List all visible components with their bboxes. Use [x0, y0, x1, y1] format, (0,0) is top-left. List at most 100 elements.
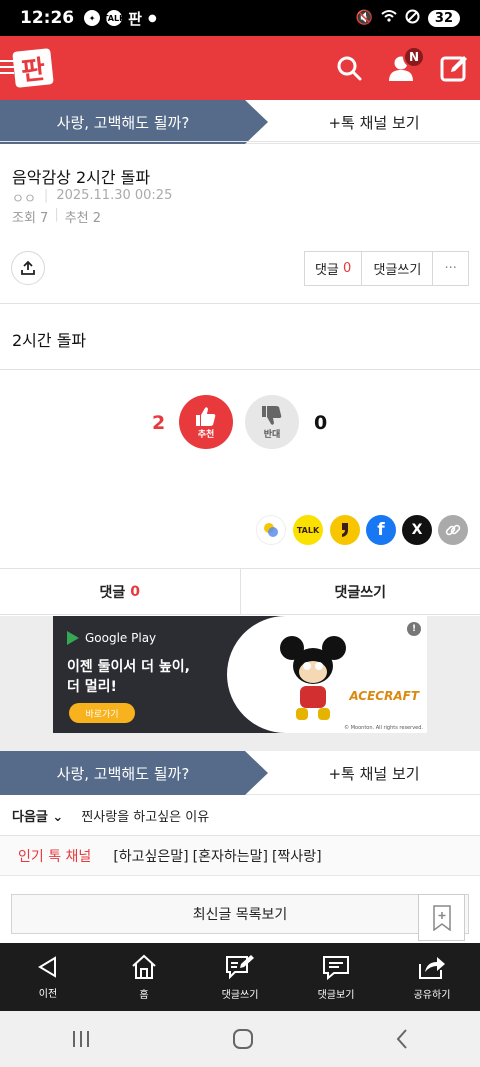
bookmark-add-icon — [432, 904, 451, 931]
recommend-label: 추천 — [197, 429, 215, 440]
bookmark-button[interactable] — [418, 894, 465, 941]
oppose-button[interactable]: 반대 — [245, 395, 299, 449]
bottom-toolbar: 이전 홈 댓글쓰기 댓글보기 공유하기 — [0, 943, 480, 1011]
latest-list-button[interactable]: 최신글 목록보기 — [11, 894, 469, 934]
status-time: 12:26 — [20, 8, 75, 28]
status-bar: 12:26 ✦ TALK 판 ● 🔇 32 — [0, 0, 480, 36]
ad-container: Google Play 이젠 둘이서 더 높이, 더 멀리! 바로가기 ACEC… — [0, 616, 480, 751]
post-body: 2시간 돌파 — [12, 331, 87, 350]
edit-icon — [440, 56, 467, 82]
divider — [0, 303, 480, 304]
ad-cta-button[interactable]: 바로가기 — [69, 703, 135, 723]
share-button[interactable] — [11, 251, 45, 285]
share-kakaotalk-button[interactable]: TALK — [293, 515, 323, 545]
mascot-mouse-icon — [280, 636, 346, 720]
upload-share-icon — [21, 260, 35, 275]
post-date: 2025.11.30 00:25 — [56, 188, 173, 203]
do-not-disturb-icon — [405, 9, 420, 28]
recommend-count: 2 — [152, 412, 166, 434]
ad-brand: ACECRAFT — [349, 689, 419, 703]
post-recommend-count: 추천 2 — [64, 211, 102, 226]
share-facebook-button[interactable]: f — [366, 515, 396, 545]
comment-count: 0 — [343, 261, 352, 276]
tab-comments-count: 0 — [130, 583, 140, 600]
search-icon — [337, 56, 362, 81]
meta-divider: | — [54, 207, 59, 222]
write-post-button[interactable] — [436, 50, 472, 86]
ad-store: Google Play — [85, 631, 157, 645]
divider — [0, 369, 480, 370]
profile-button[interactable]: N — [383, 46, 425, 86]
toolbar-share-button[interactable]: 공유하기 — [384, 943, 480, 1011]
write-comment-button[interactable]: 댓글쓰기 — [362, 252, 434, 285]
channel-title[interactable]: 사랑, 고백해도 될까? — [0, 751, 268, 795]
comment-view-icon — [323, 955, 349, 980]
next-post-title[interactable]: 찐사랑을 하고싶은 이유 — [81, 806, 209, 825]
popular-channel-tag[interactable]: [하고싶은말] — [113, 846, 188, 866]
thumbs-up-icon — [196, 406, 216, 426]
status-system-icons: 🔇 32 — [355, 9, 460, 28]
post-meta: ㅇㅇ | 2025.11.30 00:25 — [12, 188, 172, 207]
kakaostory-icon — [264, 523, 278, 537]
comment-count-button[interactable]: 댓글 0 — [305, 252, 363, 285]
next-post-label[interactable]: 다음글 ⌄ — [12, 806, 63, 825]
next-post-row[interactable]: 다음글 ⌄ 찐사랑을 하고싶은 이유 — [0, 796, 480, 836]
post-views: 조회 7 — [12, 211, 49, 226]
share-icon — [419, 956, 445, 979]
google-play-label: Google Play — [67, 631, 156, 645]
tab-comments[interactable]: 댓글 0 — [0, 569, 241, 614]
ad-headline-1: 이젠 둘이서 더 높이, — [67, 659, 190, 675]
notification-badge: N — [403, 46, 425, 68]
app-notification-icon: ✦ — [84, 10, 101, 26]
mute-icon: 🔇 — [355, 10, 373, 26]
popular-channel-tag[interactable]: [짝사랑] — [272, 846, 322, 866]
more-notifications-dot-icon: ● — [147, 12, 157, 24]
tab-write-comment[interactable]: 댓글쓰기 — [241, 569, 480, 614]
ad-copyright: © Moonton. All rights reserved. — [344, 725, 423, 731]
home-nav-icon[interactable] — [232, 1028, 254, 1050]
post-title: 음악감상 2시간 돌파 — [12, 168, 151, 187]
view-channel-link[interactable]: +톡 채널 보기 — [268, 100, 480, 144]
share-kakaopage-button[interactable] — [330, 515, 360, 545]
chevron-down-icon: ⌄ — [52, 810, 64, 825]
menu-icon[interactable] — [0, 60, 14, 74]
google-play-icon — [67, 631, 79, 645]
kakaotalk-notification-icon: TALK — [103, 10, 125, 26]
popular-channel-tag[interactable]: [혼자하는말] — [193, 846, 268, 866]
channel-banner: 사랑, 고백해도 될까? +톡 채널 보기 — [0, 100, 480, 144]
share-x-button[interactable]: X — [402, 515, 432, 545]
recent-apps-icon[interactable] — [70, 1029, 92, 1049]
app-header: 판 N — [0, 36, 480, 100]
toolbar-write-comment-label: 댓글쓰기 — [221, 989, 259, 1001]
divider — [0, 141, 480, 142]
view-channel-link[interactable]: +톡 채널 보기 — [268, 751, 480, 795]
back-nav-icon[interactable] — [394, 1028, 410, 1050]
toolbar-home-button[interactable]: 홈 — [96, 943, 192, 1011]
toolbar-share-label: 공유하기 — [413, 989, 451, 1001]
comment-actions: 댓글 0 댓글쓰기 ··· — [304, 251, 469, 286]
status-notification-icons: ✦ TALK 판 ● — [84, 8, 157, 29]
recommend-button[interactable]: 추천 — [179, 395, 233, 449]
kakao-quote-icon — [342, 523, 348, 537]
battery-indicator: 32 — [427, 9, 460, 27]
oppose-label: 반대 — [263, 429, 281, 440]
toolbar-write-comment-button[interactable]: 댓글쓰기 — [192, 943, 288, 1011]
toolbar-back-button[interactable]: 이전 — [0, 943, 96, 1011]
tab-comments-label: 댓글 — [99, 584, 126, 601]
system-nav-bar — [0, 1011, 480, 1067]
ad-info-icon[interactable]: ! — [407, 622, 421, 636]
search-button[interactable] — [331, 50, 367, 86]
copy-link-button[interactable] — [438, 515, 468, 545]
more-options-button[interactable]: ··· — [433, 252, 468, 285]
oppose-count: 0 — [314, 412, 328, 434]
share-kakaostory-button[interactable] — [256, 515, 286, 545]
channel-banner-bottom: 사랑, 고백해도 될까? +톡 채널 보기 — [0, 751, 480, 795]
pann-logo[interactable]: 판 — [12, 48, 54, 88]
wifi-icon — [381, 9, 397, 27]
toolbar-view-comments-button[interactable]: 댓글보기 — [288, 943, 384, 1011]
channel-title[interactable]: 사랑, 고백해도 될까? — [0, 100, 268, 144]
link-icon — [445, 524, 461, 536]
pann-notification-icon: 판 — [128, 9, 142, 28]
meta-divider: | — [43, 188, 49, 203]
ad-banner[interactable]: Google Play 이젠 둘이서 더 높이, 더 멀리! 바로가기 ACEC… — [53, 616, 427, 733]
